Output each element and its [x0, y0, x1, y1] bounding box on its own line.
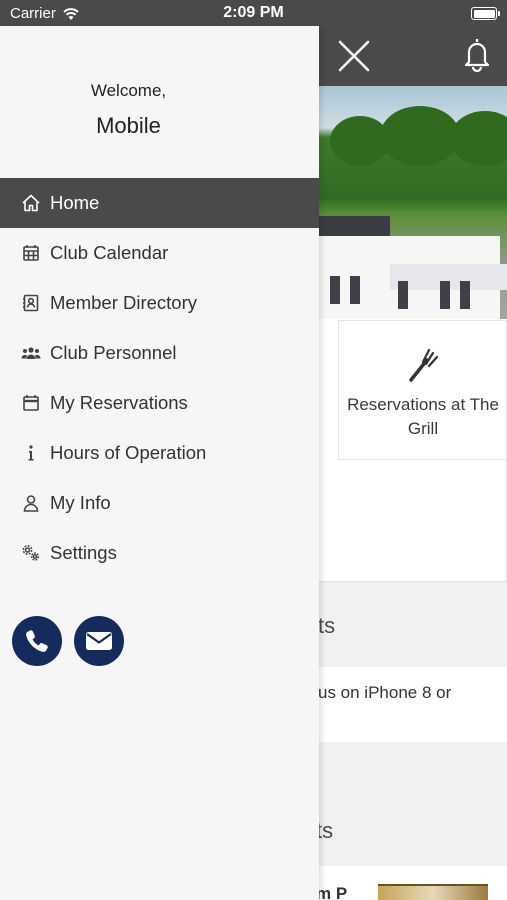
info-icon	[20, 442, 42, 464]
menu-item-my-info[interactable]: My Info	[0, 478, 319, 528]
envelope-icon	[86, 632, 112, 650]
menu-item-label: Hours of Operation	[50, 442, 207, 463]
menu-item-my-reservations[interactable]: My Reservations	[0, 378, 319, 428]
calendar-grid-icon	[20, 242, 42, 264]
menu-item-label: Club Personnel	[50, 342, 177, 363]
home-icon	[20, 192, 42, 214]
list-item-title[interactable]: m P	[316, 884, 347, 900]
menu-item-club-personnel[interactable]: Club Personnel	[0, 328, 319, 378]
menu-item-label: Club Calendar	[50, 242, 169, 263]
contact-buttons	[12, 616, 124, 666]
drawer-menu: Home Club Calendar Member Directory Club…	[0, 178, 319, 578]
user-name: Mobile	[96, 113, 161, 138]
gears-icon	[20, 542, 42, 564]
fork-icon	[409, 348, 439, 382]
calendar-icon	[20, 392, 42, 414]
list-item-thumbnail	[378, 884, 488, 900]
call-button[interactable]	[12, 616, 62, 666]
menu-item-label: Settings	[50, 542, 117, 563]
news-item-text[interactable]: us on iPhone 8 or	[318, 683, 451, 703]
contact-card-icon	[20, 292, 42, 314]
section-title-1: ts	[318, 613, 336, 638]
email-button[interactable]	[74, 616, 124, 666]
group-icon	[20, 342, 42, 364]
close-icon[interactable]	[336, 38, 372, 74]
user-icon	[20, 492, 42, 514]
navigation-drawer: Welcome, Mobile Home Club Calendar Membe…	[0, 26, 319, 900]
menu-item-hours-of-operation[interactable]: Hours of Operation	[0, 428, 319, 478]
grill-reservation-label: Reservations at The Grill	[347, 395, 499, 438]
phone-icon	[26, 630, 48, 652]
menu-item-label: Member Directory	[50, 292, 197, 313]
menu-item-settings[interactable]: Settings	[0, 528, 319, 578]
status-bar: Carrier 2:09 PM	[0, 0, 507, 26]
menu-item-home[interactable]: Home	[0, 178, 319, 228]
bell-icon[interactable]	[460, 36, 494, 72]
menu-item-label: My Reservations	[50, 392, 188, 413]
menu-item-label: My Info	[50, 492, 111, 513]
menu-item-label: Home	[50, 192, 100, 213]
menu-item-member-directory[interactable]: Member Directory	[0, 278, 319, 328]
empty-tile[interactable]	[318, 460, 507, 582]
menu-item-club-calendar[interactable]: Club Calendar	[0, 228, 319, 278]
battery-icon	[471, 7, 500, 20]
status-time: 2:09 PM	[223, 4, 284, 21]
welcome-label: Welcome,	[90, 81, 167, 100]
